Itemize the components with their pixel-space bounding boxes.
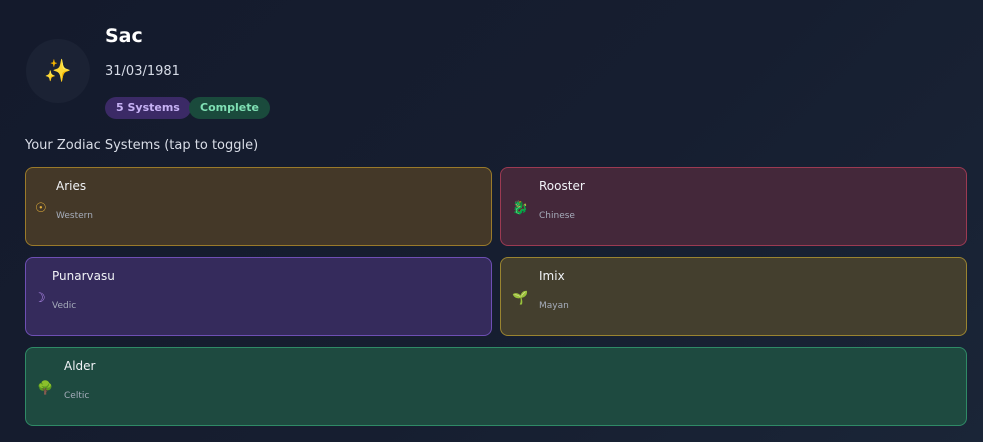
zodiac-card-vedic[interactable]: ☽ Punarvasu Vedic xyxy=(25,257,492,336)
sun-icon: ☉ xyxy=(35,201,47,216)
zodiac-system: Celtic xyxy=(64,391,90,401)
zodiac-card-chinese[interactable]: 🐉 Rooster Chinese xyxy=(500,167,967,246)
zodiac-sign: Aries xyxy=(56,179,87,193)
zodiac-sign: Punarvasu xyxy=(52,269,115,283)
zodiac-sign: Rooster xyxy=(539,179,585,193)
zodiac-system: Vedic xyxy=(52,301,77,311)
zodiac-card-mayan[interactable]: 🌱 Imix Mayan xyxy=(500,257,967,336)
sparkles-icon: ✨ xyxy=(44,58,72,84)
dragon-icon: 🐉 xyxy=(512,201,529,216)
systems-count-badge: 5 Systems xyxy=(105,97,191,119)
birth-date: 31/03/1981 xyxy=(105,64,180,79)
crescent-moon-icon: ☽ xyxy=(34,291,46,306)
profile-name: Sac xyxy=(105,25,143,47)
zodiac-system: Mayan xyxy=(539,301,569,311)
seedling-icon: 🌱 xyxy=(512,291,529,306)
zodiac-card-celtic[interactable]: 🌳 Alder Celtic xyxy=(25,347,967,426)
status-badge: Complete xyxy=(189,97,270,119)
section-title: Your Zodiac Systems (tap to toggle) xyxy=(25,138,259,153)
zodiac-sign: Alder xyxy=(64,359,96,373)
tree-icon: 🌳 xyxy=(37,381,54,396)
zodiac-sign: Imix xyxy=(539,269,565,283)
avatar: ✨ xyxy=(26,39,90,103)
zodiac-system: Western xyxy=(56,211,93,221)
zodiac-system: Chinese xyxy=(539,211,575,221)
zodiac-card-western[interactable]: ☉ Aries Western xyxy=(25,167,492,246)
